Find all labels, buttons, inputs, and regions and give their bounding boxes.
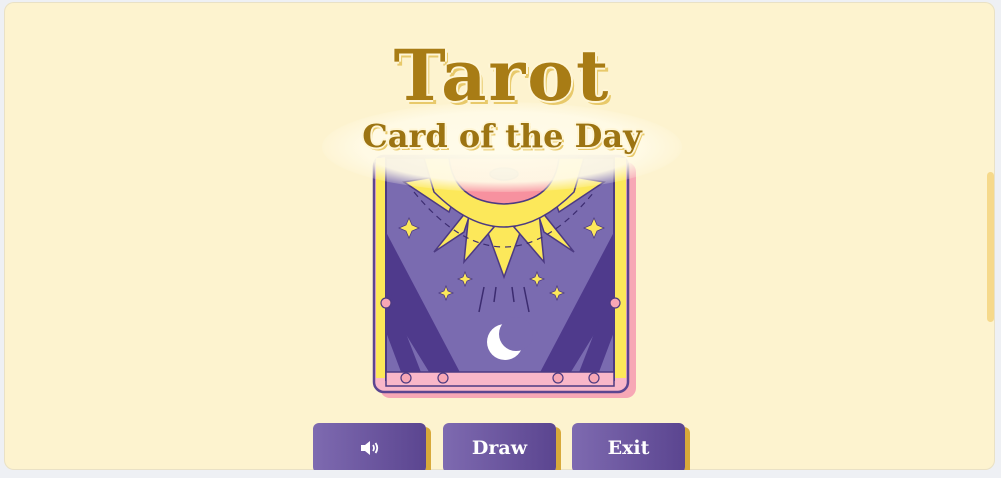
draw-button[interactable]: Draw [443, 423, 556, 470]
sound-toggle-button[interactable] [313, 423, 426, 470]
title-subtitle: Card of the Day [362, 117, 642, 155]
game-frame: Tarot Card of the Day Draw Exit [4, 2, 995, 470]
scrollbar-thumb[interactable] [987, 172, 994, 322]
speaker-volume-icon [360, 441, 378, 455]
title-main: Tarot [393, 34, 611, 117]
exit-button[interactable]: Exit [572, 423, 685, 470]
game-title: Tarot Card of the Day [322, 32, 682, 192]
